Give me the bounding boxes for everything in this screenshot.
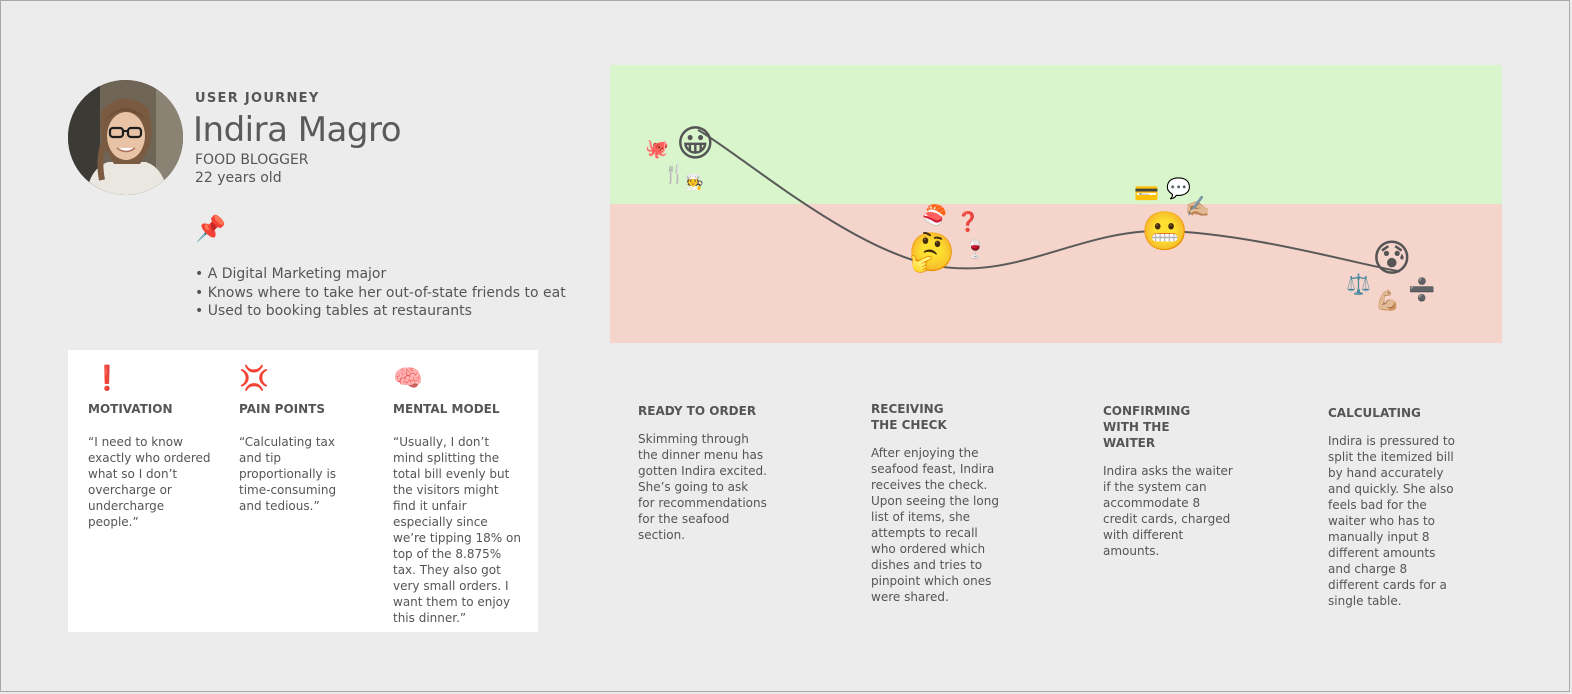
stage-title: CONFIRMING WITH THE WAITER bbox=[1103, 404, 1191, 450]
persona-facts: • A Digital Marketing major • Knows wher… bbox=[195, 265, 566, 321]
grimacing-face-icon: 😬 bbox=[1141, 209, 1189, 253]
stage-description: Skimming through the dinner menu has got… bbox=[638, 432, 767, 542]
writing-hand-icon: ✍🏼 bbox=[1185, 194, 1210, 218]
avatar bbox=[68, 80, 183, 195]
scales-icon: ⚖️ bbox=[1346, 272, 1371, 296]
stage-title: READY TO ORDER bbox=[638, 404, 757, 418]
brain-icon: 🧠 bbox=[393, 364, 423, 392]
stage-description: Indira is pressured to split the itemize… bbox=[1328, 434, 1455, 608]
stage-description: After enjoying the seafood feast, Indira… bbox=[871, 446, 999, 604]
wine-glass-icon: 🍷 bbox=[964, 239, 987, 260]
sushi-icon: 🍣 bbox=[922, 203, 947, 227]
stage-description: Indira asks the waiter if the system can… bbox=[1103, 464, 1233, 558]
anger-icon: 💢 bbox=[239, 364, 269, 392]
exclamation-icon: ❗ bbox=[92, 364, 122, 392]
emotion-curve-svg bbox=[697, 128, 1401, 273]
stage-confirming-with-the-waiter: CONFIRMING WITH THE WAITER Indira asks t… bbox=[1103, 403, 1233, 559]
stage-calculating: CALCULATING Indira is pressured to split… bbox=[1328, 405, 1458, 609]
page-eyebrow: USER JOURNEY bbox=[195, 91, 320, 106]
motivation-title: MOTIVATION bbox=[88, 402, 173, 416]
flexed-biceps-icon: 💪🏼 bbox=[1375, 288, 1400, 312]
persona-age: 22 years old bbox=[195, 170, 282, 186]
motivation-text: “I need to know exactly who ordered what… bbox=[88, 435, 211, 529]
emotion-curve-line bbox=[697, 128, 1401, 273]
emotion-journey-chart: 😀 🐙 🍴 🧑‍🍳 🤔 🍣 ❓ 🍷 😬 💳 💬 ✍🏼 😰 ⚖️ 💪🏼 ➗ bbox=[610, 65, 1502, 343]
stage-ready-to-order: READY TO ORDER Skimming through the dinn… bbox=[638, 403, 768, 543]
insights-card: ❗ MOTIVATION “I need to know exactly who… bbox=[68, 350, 538, 632]
question-mark-icon: ❓ bbox=[956, 211, 980, 233]
chef-icon: 🧑‍🍳 bbox=[685, 173, 704, 191]
persona-name: Indira Magro bbox=[193, 110, 402, 150]
fork-knife-icon: 🍴 bbox=[663, 164, 686, 185]
persona-role: FOOD BLOGGER bbox=[195, 152, 309, 168]
grinning-face-icon: 😀 bbox=[676, 122, 715, 165]
pushpin-icon: 📌 bbox=[195, 214, 227, 243]
stage-title: CALCULATING bbox=[1328, 406, 1421, 420]
fact-item: • Knows where to take her out-of-state f… bbox=[195, 284, 566, 301]
credit-card-icon: 💳 bbox=[1134, 181, 1159, 205]
octopus-icon: 🐙 bbox=[645, 138, 669, 160]
stage-title: RECEIVING THE CHECK bbox=[871, 402, 947, 432]
anxious-face-icon: 😰 bbox=[1372, 236, 1412, 280]
fact-item: • Used to booking tables at restaurants bbox=[195, 303, 472, 319]
stage-receiving-the-check: RECEIVING THE CHECK After enjoying the s… bbox=[871, 401, 1001, 605]
mental-model-title: MENTAL MODEL bbox=[393, 402, 500, 416]
pain-points-text: “Calculating tax and tip proportionally … bbox=[239, 435, 337, 513]
division-sign-icon: ➗ bbox=[1408, 278, 1436, 303]
mental-model-text: “Usually, I don’t mind splitting the tot… bbox=[393, 435, 521, 625]
thinking-face-icon: 🤔 bbox=[908, 230, 956, 274]
avatar-portrait bbox=[68, 80, 183, 195]
pain-points-title: PAIN POINTS bbox=[239, 402, 325, 416]
fact-item: • A Digital Marketing major bbox=[195, 266, 387, 282]
